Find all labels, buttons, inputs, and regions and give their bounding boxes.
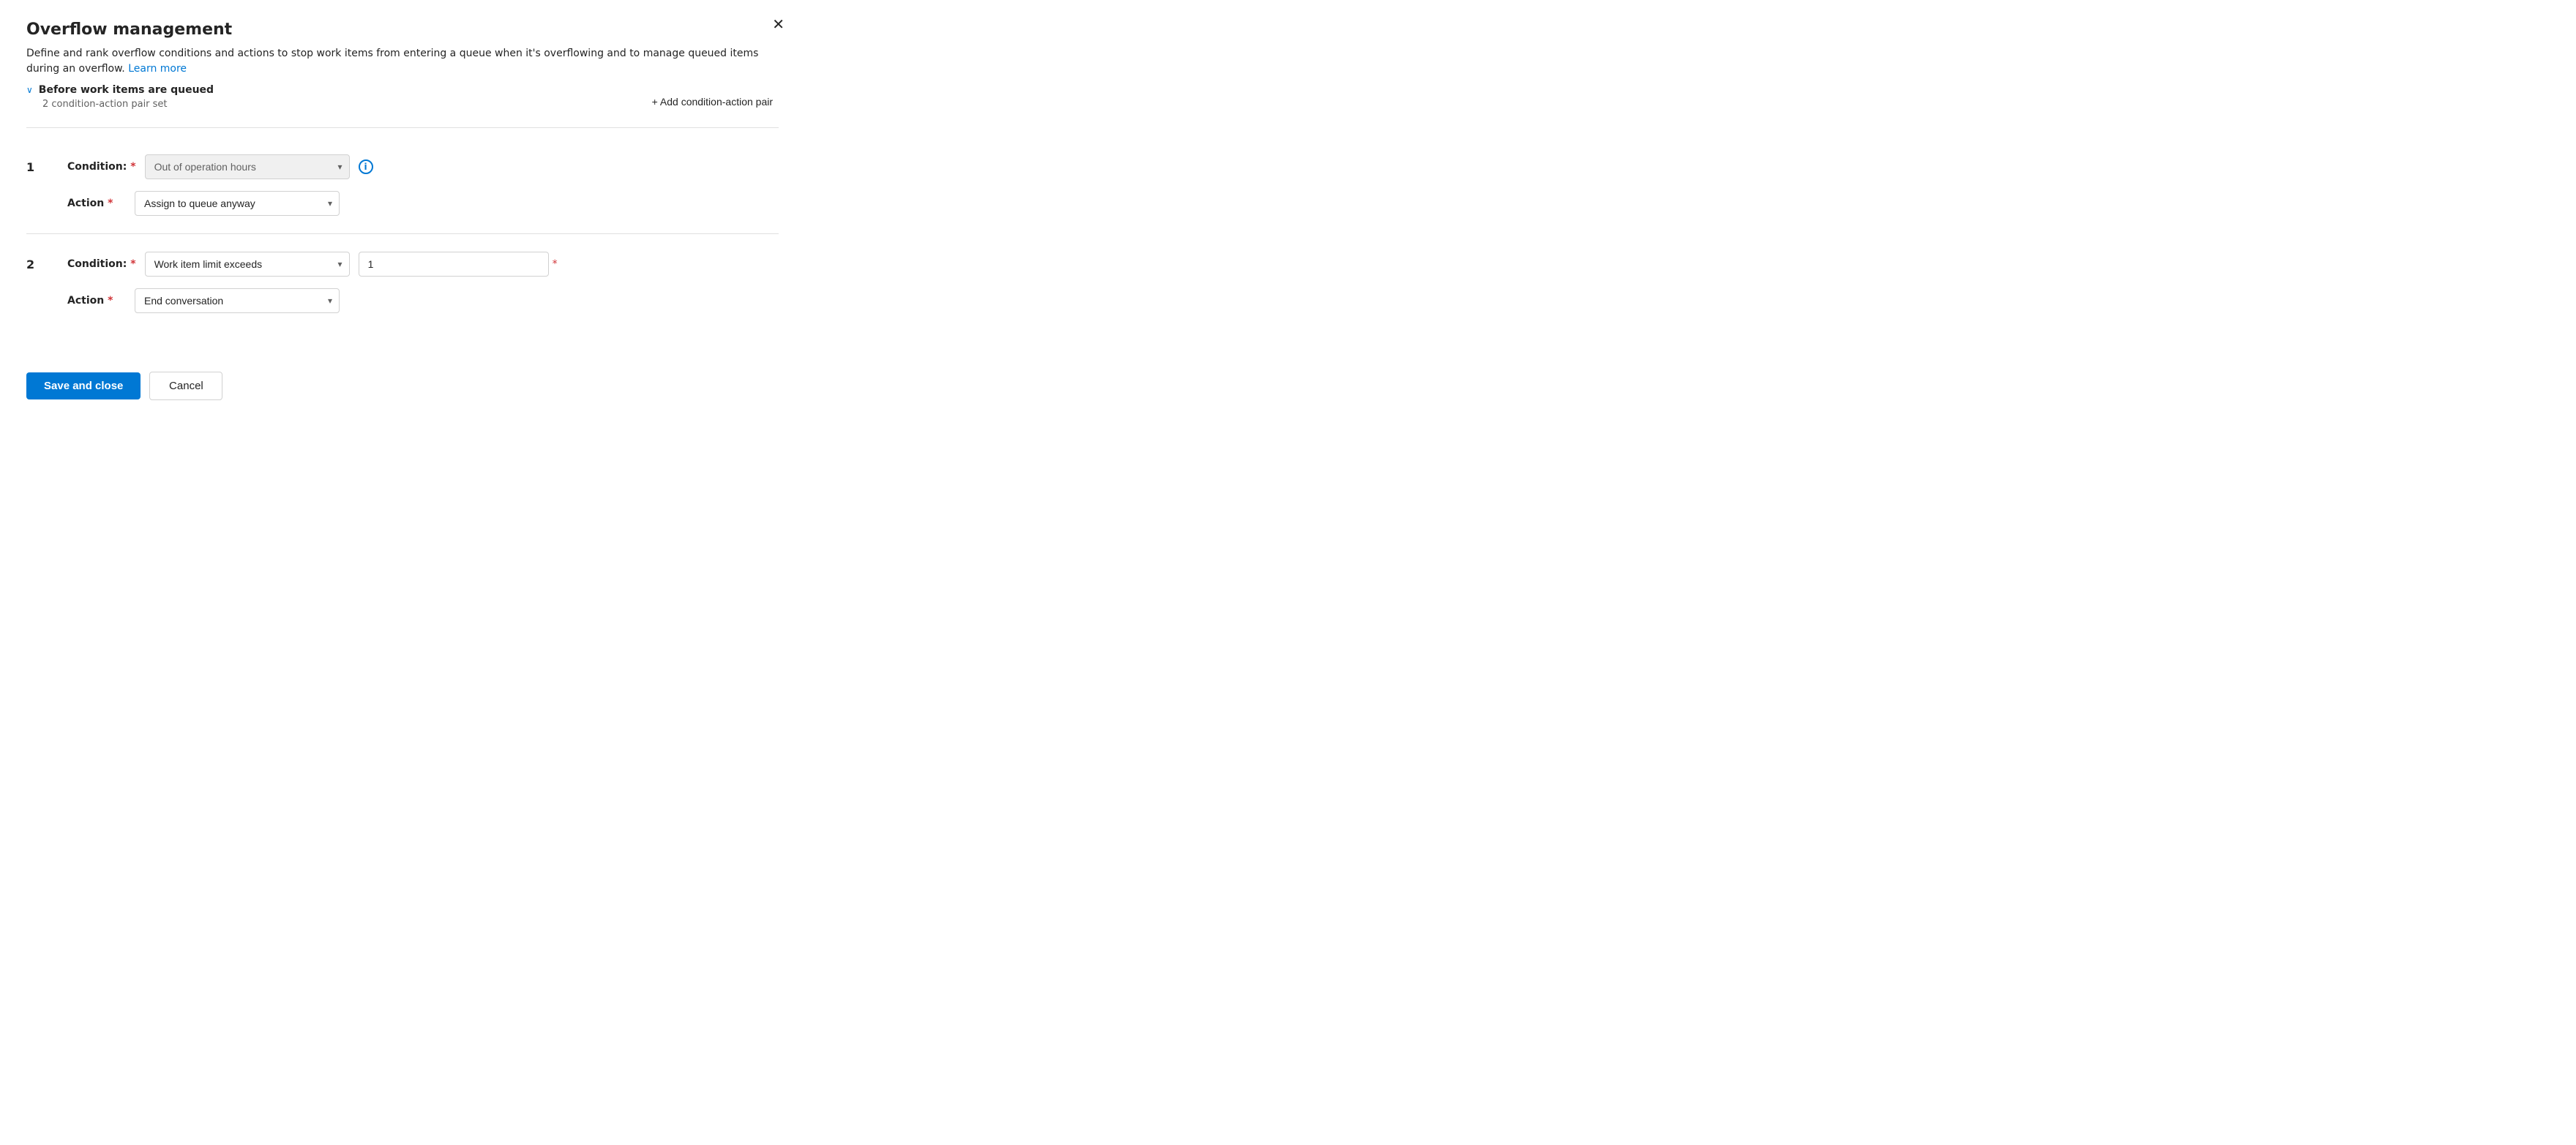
required-star-condition-2: *	[130, 258, 135, 270]
top-divider	[26, 127, 779, 128]
condition-block-1: 1 Condition: * Out of operation hours Wo…	[26, 137, 779, 234]
learn-more-link[interactable]: Learn more	[128, 63, 187, 75]
condition-fields-2: Condition: * Work item limit exceeds Out…	[67, 252, 779, 313]
condition-label-2: Condition: *	[67, 258, 136, 270]
chevron-icon: ∨	[26, 85, 33, 95]
required-star-action-2: *	[108, 295, 113, 307]
action-select-1[interactable]: Assign to queue anyway End conversation	[135, 191, 340, 216]
condition-select-2[interactable]: Work item limit exceeds Out of operation…	[145, 252, 350, 277]
condition-label-1: Condition: *	[67, 161, 136, 173]
action-select-wrapper-1: Assign to queue anyway End conversation …	[135, 191, 340, 216]
required-star-input: *	[553, 258, 558, 270]
condition-select-1[interactable]: Out of operation hours Work item limit e…	[145, 154, 350, 179]
action-label-2: Action *	[67, 295, 126, 307]
cancel-button[interactable]: Cancel	[149, 372, 222, 400]
info-icon-1[interactable]: i	[359, 159, 373, 174]
condition-select-wrapper-2: Work item limit exceeds Out of operation…	[145, 252, 350, 277]
work-item-limit-input[interactable]	[359, 252, 549, 277]
section-header-left: ∨ Before work items are queued 2 conditi…	[26, 84, 214, 119]
number-input-wrapper: *	[359, 252, 549, 277]
section-subtitle: 2 condition-action pair set	[42, 99, 214, 110]
required-star-condition-1: *	[130, 161, 135, 173]
footer: Save and close Cancel	[26, 360, 779, 400]
required-star-action-1: *	[108, 198, 113, 209]
section-header-row: ∨ Before work items are queued 2 conditi…	[26, 84, 779, 119]
row-number-2: 2	[26, 252, 44, 271]
condition-rows: 1 Condition: * Out of operation hours Wo…	[26, 137, 779, 331]
condition-block-2: 2 Condition: * Work item limit exceeds O…	[26, 234, 779, 331]
save-and-close-button[interactable]: Save and close	[26, 372, 141, 399]
add-condition-action-pair-button[interactable]: + Add condition-action pair	[646, 93, 779, 110]
row-number-1: 1	[26, 154, 44, 174]
section-title: Before work items are queued	[39, 84, 214, 96]
action-select-2[interactable]: End conversation Assign to queue anyway	[135, 288, 340, 313]
condition-fields-1: Condition: * Out of operation hours Work…	[67, 154, 779, 216]
condition-field-row-2: Condition: * Work item limit exceeds Out…	[67, 252, 779, 277]
overflow-management-dialog: ✕ Overflow management Define and rank ov…	[0, 0, 805, 454]
action-field-row-2: Action * End conversation Assign to queu…	[67, 288, 779, 313]
section-header: ∨ Before work items are queued	[26, 84, 214, 96]
action-select-wrapper-2: End conversation Assign to queue anyway …	[135, 288, 340, 313]
condition-select-wrapper-1: Out of operation hours Work item limit e…	[145, 154, 350, 179]
condition-field-row-1: Condition: * Out of operation hours Work…	[67, 154, 779, 179]
dialog-description: Define and rank overflow conditions and …	[26, 46, 779, 77]
action-label-1: Action *	[67, 198, 126, 209]
close-button[interactable]: ✕	[769, 15, 787, 35]
action-field-row-1: Action * Assign to queue anyway End conv…	[67, 191, 779, 216]
dialog-title: Overflow management	[26, 20, 779, 39]
